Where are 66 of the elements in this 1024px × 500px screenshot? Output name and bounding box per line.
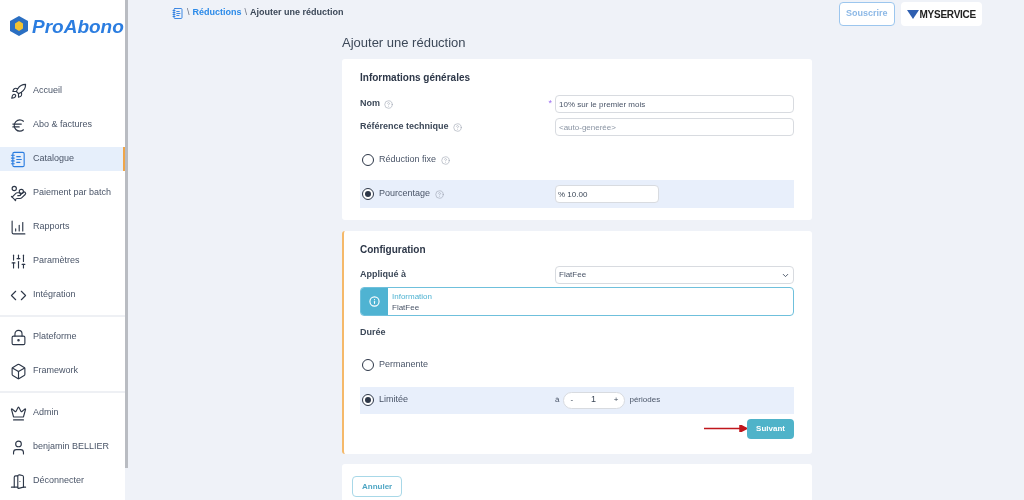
increment-button[interactable]: + (613, 394, 619, 406)
sidebar-item[interactable]: Accueil (0, 79, 125, 103)
info-text: FlatFee (392, 301, 421, 313)
help-icon[interactable] (384, 99, 393, 109)
hexagon-logo-icon (10, 16, 28, 36)
hand-coins-icon (10, 184, 27, 202)
option-label: Pourcentage (379, 187, 431, 201)
suffix-text: périodes (629, 394, 661, 406)
bar-chart-icon (10, 218, 27, 236)
required-asterisk: * (547, 97, 553, 111)
page-title: Ajouter une réduction (342, 36, 466, 49)
section-title: Configuration (360, 243, 426, 257)
notebook-icon (10, 150, 27, 168)
sidebar-item[interactable]: Framework (0, 359, 125, 383)
radio-button[interactable] (362, 359, 374, 371)
help-icon[interactable] (435, 189, 445, 199)
logo-text: ProAbono (32, 16, 124, 36)
field-label: Durée (360, 326, 386, 339)
lock-icon (10, 328, 27, 346)
door-icon (10, 472, 27, 490)
name-input[interactable]: 10% sur le premier mois (555, 95, 794, 113)
info-icon (369, 296, 380, 307)
field-label: Appliqué à (360, 268, 407, 282)
crown-icon (10, 404, 27, 422)
stepper-value: 1 (590, 393, 596, 407)
brand-mark-icon (906, 9, 919, 19)
option-label: Réduction fixe (379, 153, 437, 167)
breadcrumb-current: Ajouter une réduction (250, 6, 344, 20)
radio-button[interactable] (362, 154, 374, 166)
rocket-icon (10, 82, 27, 100)
sidebar-item[interactable]: Abo & factures (0, 113, 125, 137)
field-label: Nom (360, 97, 380, 111)
sidebar-item[interactable]: Rapports (0, 215, 125, 239)
sliders-icon (10, 252, 27, 270)
sidebar-item[interactable]: Catalogue (0, 147, 125, 171)
info-title: Information (392, 290, 433, 302)
section-title: Informations générales (360, 71, 471, 85)
euro-icon (10, 116, 27, 134)
sidebar-item[interactable]: Paiement par batch (0, 181, 125, 205)
help-icon[interactable] (452, 122, 462, 132)
scrollbar[interactable] (125, 0, 128, 468)
reference-input[interactable]: <auto-generée> (555, 118, 794, 136)
brand-logo: MYSERVICE (900, 2, 982, 26)
applied-select[interactable]: FlatFee (555, 266, 794, 284)
option-label: Limitée (379, 393, 408, 407)
user-icon (10, 438, 27, 456)
breadcrumb-separator: \ (187, 6, 190, 20)
percentage-input[interactable]: % 10.00 (555, 185, 659, 203)
sidebar-item[interactable]: Plateforme (0, 325, 125, 349)
sidebar-item[interactable]: Intégration (0, 283, 125, 307)
pointer-arrow (704, 425, 748, 432)
cube-icon (10, 362, 27, 380)
radio-button[interactable] (362, 188, 374, 200)
sidebar-item[interactable]: Paramètres (0, 249, 125, 273)
period-stepper[interactable]: - 1 + (563, 391, 626, 409)
radio-button[interactable] (362, 394, 374, 406)
sidebar-item[interactable]: Déconnecter (0, 469, 125, 493)
field-label: Référence technique (360, 120, 449, 134)
breadcrumb-separator: \ (244, 6, 248, 20)
sidebar-item[interactable]: Admin (0, 401, 125, 425)
help-icon[interactable] (441, 155, 451, 165)
option-label: Permanente (379, 358, 429, 372)
notebook-icon (172, 6, 184, 20)
decrement-button[interactable]: - (570, 394, 574, 406)
sidebar-item[interactable]: benjamin BELLIER (0, 435, 125, 459)
prefix-text: à (555, 394, 560, 406)
